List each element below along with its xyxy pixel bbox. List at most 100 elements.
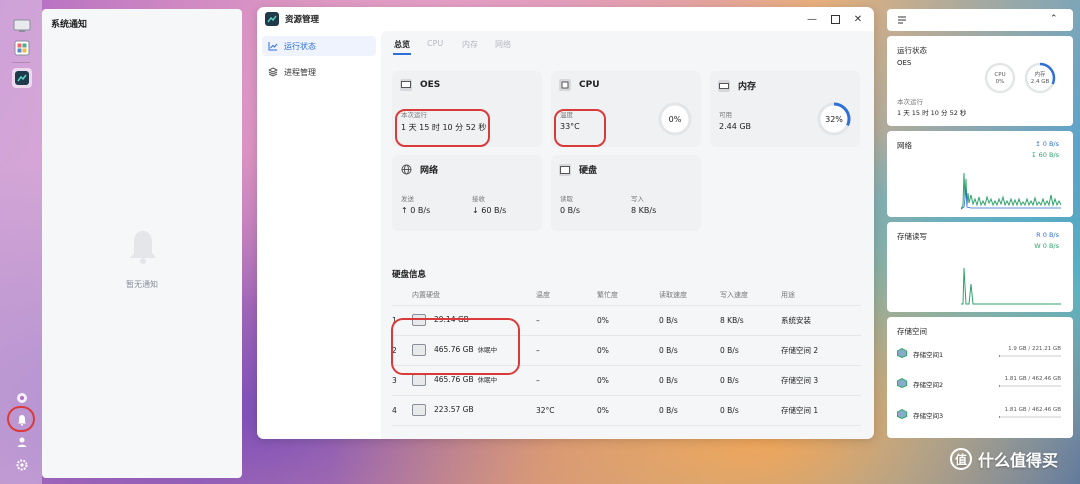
disk-read: 0 B/s bbox=[659, 395, 720, 426]
highlight-bell bbox=[7, 406, 35, 432]
cpu-title: CPU bbox=[579, 80, 600, 90]
status-widget-name: OES bbox=[897, 59, 912, 67]
notification-panel: 系统通知 暂无通知 bbox=[42, 9, 242, 478]
resource-manager-window: 资源管理 — ✕ 运行状态 进程管理 总览 CPU 内存 网络 OES 本次运行… bbox=[257, 7, 874, 439]
watermark-text: 什么值得买 bbox=[978, 451, 1059, 470]
storage-item-usage: 1.81 GB / 462.46 GB bbox=[1004, 376, 1061, 382]
tabs: 总览 CPU 内存 网络 bbox=[381, 31, 874, 55]
disk-info-title: 硬盘信息 bbox=[392, 270, 427, 280]
hard-drive-icon bbox=[412, 374, 426, 386]
tab-network[interactable]: 网络 bbox=[495, 39, 511, 50]
storage-widget: 存储空间 存储空间1 1.9 GB / 221.21 GB 存储空间2 1.81… bbox=[887, 317, 1073, 438]
window-sidebar: 运行状态 进程管理 bbox=[257, 31, 381, 439]
disk-write: 0 B/s bbox=[720, 365, 781, 396]
monitor-icon[interactable] bbox=[12, 16, 32, 36]
storage-cube-icon bbox=[897, 378, 907, 388]
network-up-value: 0 B/s bbox=[1042, 140, 1059, 148]
col-disk: 内置硬盘 bbox=[412, 285, 536, 306]
network-widget-title: 网络 bbox=[897, 141, 912, 150]
maximize-icon[interactable] bbox=[828, 12, 842, 26]
widget-toolbar: ⌃ bbox=[887, 9, 1073, 31]
disk-read: 0 B/s bbox=[659, 365, 720, 396]
memory-mini-label: 内存 bbox=[1034, 70, 1046, 78]
oes-card-header: OES bbox=[400, 79, 440, 91]
sleep-status: 休眠中 bbox=[477, 376, 498, 384]
storage-item-usage: 1.81 GB / 462.46 GB bbox=[1004, 407, 1061, 413]
col-busy: 繁忙度 bbox=[597, 285, 659, 306]
recv-label: 接收 bbox=[472, 195, 485, 203]
send-label: 发送 bbox=[401, 195, 414, 203]
storage-cube-icon bbox=[897, 409, 907, 419]
window-titlebar[interactable]: 资源管理 — ✕ bbox=[257, 7, 874, 31]
disk-use: 存储空间 1 bbox=[781, 395, 861, 426]
memory-usage-ring: 32% bbox=[817, 102, 851, 136]
widget-menu-icon[interactable] bbox=[897, 15, 907, 26]
empty-bell-icon bbox=[128, 229, 158, 267]
disk-title: 硬盘 bbox=[579, 166, 598, 176]
disk-temp: – bbox=[536, 335, 597, 366]
tab-overview[interactable]: 总览 bbox=[394, 39, 410, 50]
storage-cube-icon bbox=[897, 348, 907, 358]
cpu-card-header: CPU bbox=[559, 79, 600, 91]
disk-busy: 0% bbox=[597, 365, 659, 396]
cpu-chip-icon bbox=[559, 79, 571, 91]
cpu-mini-value: 0% bbox=[996, 79, 1005, 85]
collapse-chevron-icon[interactable]: ⌃ bbox=[1050, 14, 1058, 24]
network-down-value: 60 B/s bbox=[1038, 151, 1059, 159]
storage-write: W 0 B/s bbox=[1034, 242, 1059, 250]
disk-card-header: 硬盘 bbox=[559, 163, 597, 176]
write-value: 8 KB/s bbox=[631, 206, 657, 215]
empty-notification-text: 暂无通知 bbox=[126, 280, 158, 289]
col-temp: 温度 bbox=[536, 285, 597, 306]
storage-bar-fill bbox=[999, 416, 1001, 418]
storage-title: 存储空间 bbox=[897, 327, 927, 336]
watermark: 值 什么值得买 bbox=[950, 447, 1058, 471]
network-down: ↧ 60 B/s bbox=[1031, 151, 1059, 159]
disk-cell: 223.57 GB bbox=[412, 395, 536, 426]
tab-memory[interactable]: 内存 bbox=[462, 39, 478, 50]
close-icon[interactable]: ✕ bbox=[851, 12, 865, 26]
sidebar-item-process[interactable]: 进程管理 bbox=[262, 62, 376, 82]
storage-io-widget: 存储读写 R 0 B/s W 0 B/s bbox=[887, 222, 1073, 312]
resource-manager-icon[interactable] bbox=[12, 68, 32, 88]
status-widget: 运行状态 OES CPU 0% 内存 2.4 GB 本次运行 1 天 15 时 … bbox=[887, 36, 1073, 126]
disk-busy: 0% bbox=[597, 395, 659, 426]
disk-size: 465.76 GB bbox=[434, 375, 474, 384]
sidebar-item-label: 进程管理 bbox=[284, 67, 316, 77]
available-label: 可用 bbox=[719, 111, 732, 119]
disk-temp: – bbox=[536, 365, 597, 396]
cpu-mini-ring: CPU 0% bbox=[984, 62, 1016, 94]
window-title: 资源管理 bbox=[285, 15, 320, 25]
read-value: 0 B/s bbox=[560, 206, 580, 215]
hard-drive-icon bbox=[559, 163, 571, 176]
sidebar-item-status[interactable]: 运行状态 bbox=[262, 36, 376, 56]
globe-icon bbox=[400, 164, 412, 176]
storage-item-bar bbox=[999, 355, 1061, 357]
storage-bar-fill bbox=[999, 355, 1001, 357]
cpu-usage-ring: 0% bbox=[658, 102, 692, 136]
table-row[interactable]: 4 223.57 GB 32°C 0% 0 B/s 0 B/s 存储空间 1 bbox=[392, 395, 861, 426]
cpu-mini-label: CPU bbox=[994, 72, 1005, 78]
user-icon[interactable] bbox=[12, 432, 32, 452]
network-card-header: 网络 bbox=[400, 163, 438, 176]
memory-mini-value: 2.4 GB bbox=[1031, 79, 1050, 85]
storage-io-title: 存储读写 bbox=[897, 232, 927, 241]
memory-icon bbox=[718, 79, 730, 92]
col-index bbox=[392, 285, 412, 306]
status-uptime-label: 本次运行 bbox=[897, 98, 923, 106]
app-center-icon[interactable] bbox=[12, 38, 32, 58]
minimize-icon[interactable]: — bbox=[805, 12, 819, 26]
write-label: 写入 bbox=[631, 195, 644, 203]
tab-cpu[interactable]: CPU bbox=[427, 39, 443, 48]
settings-gear-icon[interactable] bbox=[12, 455, 32, 475]
disk-card: 硬盘 读取 0 B/s 写入 8 KB/s bbox=[551, 155, 701, 231]
theme-icon[interactable] bbox=[12, 388, 32, 408]
network-up: ↥ 0 B/s bbox=[1035, 140, 1059, 148]
app-logo-icon bbox=[265, 12, 279, 28]
col-use: 用途 bbox=[781, 285, 861, 306]
disk-read: 0 B/s bbox=[659, 335, 720, 366]
disk-use: 系统安装 bbox=[781, 305, 861, 336]
network-widget: 网络 ↥ 0 B/s ↧ 60 B/s bbox=[887, 131, 1073, 217]
disk-write: 8 KB/s bbox=[720, 305, 781, 336]
storage-item-name: 存储空间1 bbox=[913, 351, 944, 359]
